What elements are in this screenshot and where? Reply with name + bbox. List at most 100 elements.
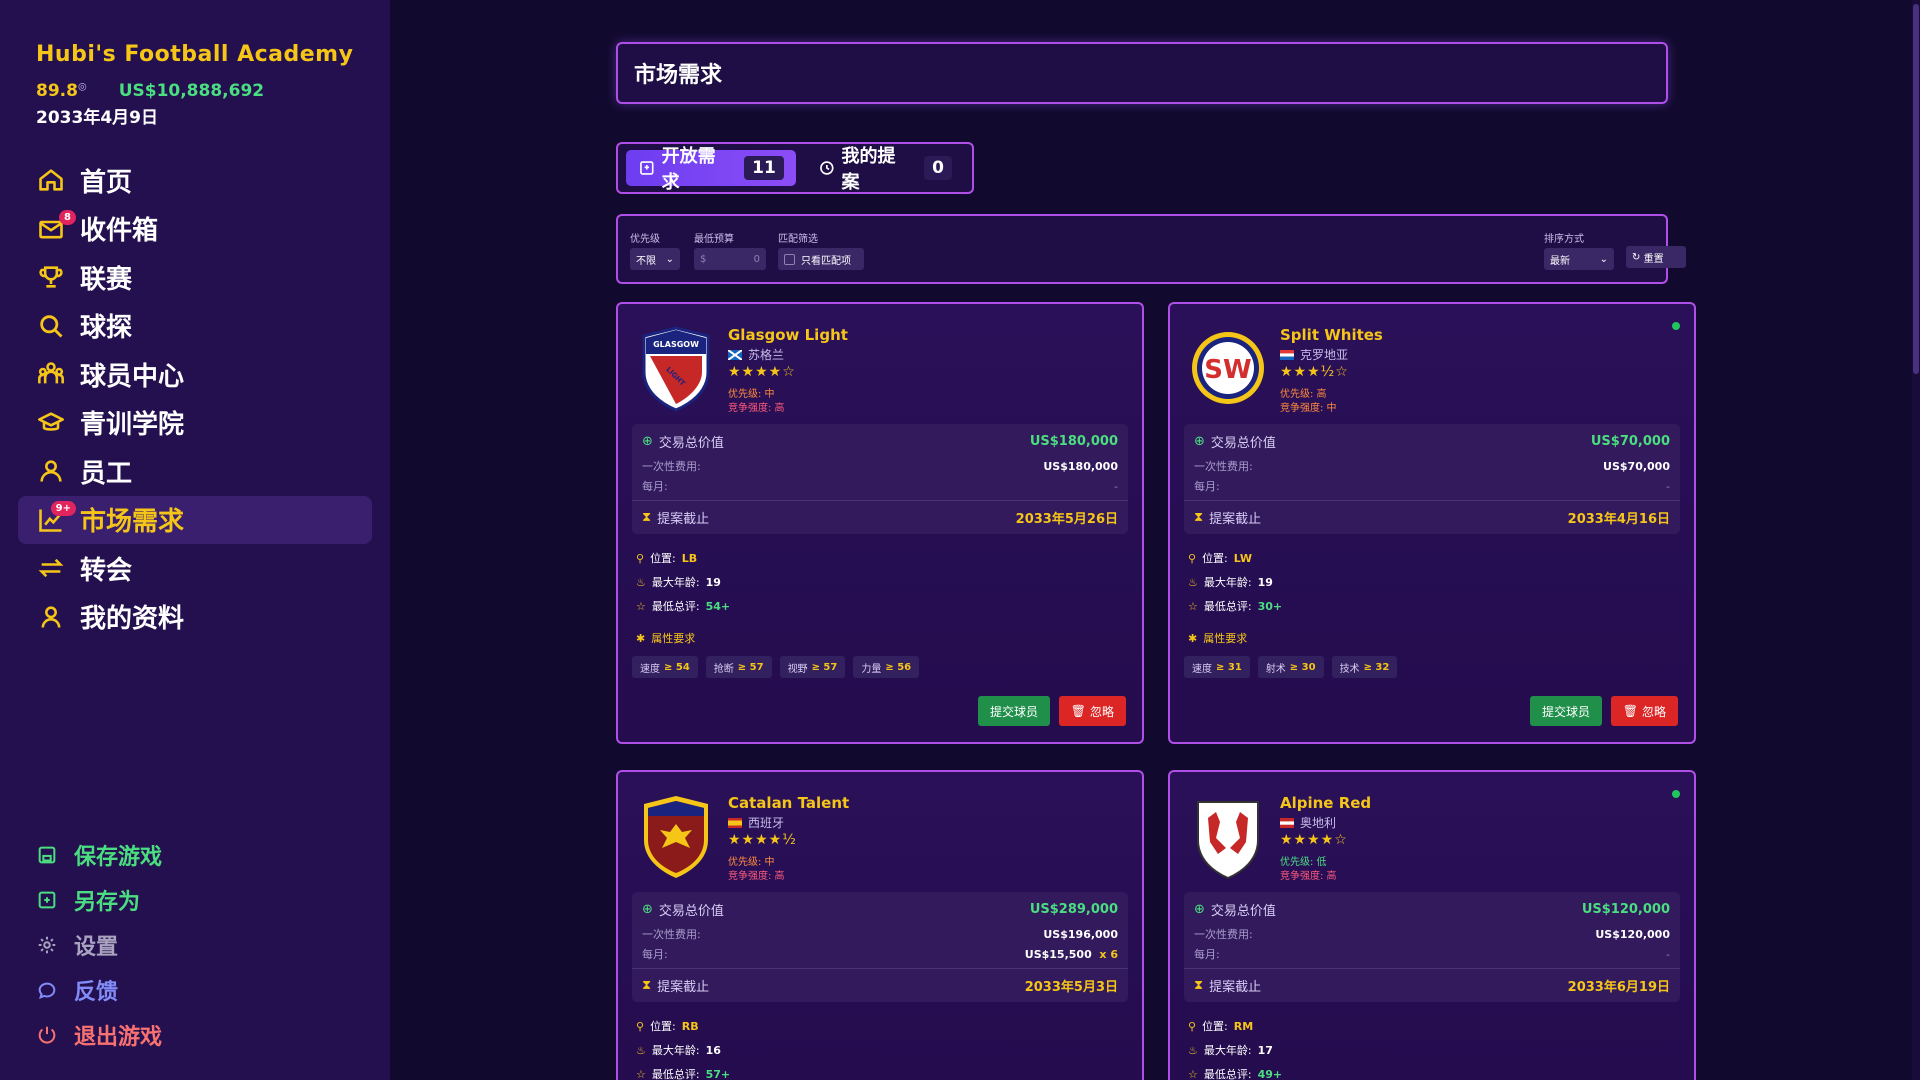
- club-crest: [1197, 801, 1259, 880]
- page-title: 市场需求: [634, 63, 723, 88]
- club-balance: US$10,888,692: [118, 81, 265, 101]
- save-as-button[interactable]: 另存为: [36, 877, 162, 922]
- sort-select[interactable]: 最新 ⌄: [1544, 248, 1614, 270]
- flag-spain-icon: [728, 817, 742, 828]
- demand-tabs: 开放需求 11 我的提案 0: [616, 142, 974, 194]
- attr-chip: 技术 ≥ 32: [1331, 656, 1398, 678]
- priority-label: 优先级: 中: [728, 857, 775, 868]
- attr-chip: 力量 ≥ 56: [853, 656, 920, 678]
- scrollbar-thumb[interactable]: [1913, 4, 1919, 374]
- attr-chip: 速度 ≥ 54: [632, 656, 698, 678]
- flag-croatia-icon: [1280, 349, 1294, 360]
- submit-player-button[interactable]: 提交球员: [1529, 696, 1602, 726]
- save-icon: [38, 846, 56, 863]
- chevron-down-icon: ⌄: [1599, 253, 1608, 265]
- nav-transfer[interactable]: 转会: [18, 544, 372, 592]
- attr-chip: 视野 ≥ 57: [779, 656, 846, 678]
- academy-name: Hubi's Football Academy: [36, 42, 354, 67]
- deal-summary: ⊕ 交易总价值 US$120,000 一次性费用: US$120,000 每月: - ⧗…: [1184, 892, 1680, 1002]
- match-only-checkbox[interactable]: 只看匹配项: [778, 248, 864, 270]
- svg-text:GLASGOW: GLASGOW: [653, 340, 699, 349]
- club-name[interactable]: Catalan Talent: [728, 794, 849, 812]
- club-crest: GLASGOW LIGHT: [642, 326, 710, 412]
- transfer-icon: [36, 553, 66, 583]
- attributes-icon: ✱: [1188, 631, 1198, 645]
- star-icon: ☆: [1188, 1067, 1198, 1080]
- brand-block: Hubi's Football Academy 89.8◎ US$10,888,…: [36, 42, 353, 128]
- demand-card: GLASGOW LIGHT Glasgow Light 苏格兰 ★★★★☆ 优先…: [616, 302, 1144, 744]
- home-icon: [36, 165, 66, 195]
- submit-player-button[interactable]: 提交球员: [977, 696, 1050, 726]
- competition-label: 竞争强度: 高: [1280, 871, 1337, 882]
- cake-icon: ♨: [636, 575, 646, 589]
- hourglass-icon: ⧗: [1194, 510, 1204, 525]
- nav-league[interactable]: 联赛: [18, 253, 372, 301]
- club-crest: [644, 796, 708, 878]
- club-name[interactable]: Split Whites: [1280, 326, 1383, 344]
- deal-summary: ⊕ 交易总价值 US$70,000 一次性费用: US$70,000 每月: - ⧗ 提案…: [1184, 424, 1680, 534]
- min-budget-input[interactable]: $0: [694, 248, 766, 270]
- priority-label: 优先级: 低: [1280, 857, 1327, 868]
- flag-austria-icon: [1280, 817, 1294, 828]
- quit-game-button[interactable]: 退出游戏: [36, 1012, 162, 1057]
- nav-scout[interactable]: 球探: [18, 302, 372, 350]
- nav-youth-academy[interactable]: 青训学院: [18, 399, 372, 447]
- market-badge: 9+: [50, 500, 76, 516]
- page-header: 市场需求: [616, 42, 1668, 104]
- my-proposals-count: 0: [924, 156, 952, 180]
- deal-summary: ⊕ 交易总价值 US$289,000 一次性费用: US$196,000 每月: US$…: [632, 892, 1128, 1002]
- system-menu: 保存游戏 另存为 设置 反馈 退出游戏: [36, 832, 162, 1057]
- clock-icon: [819, 161, 834, 175]
- tab-my-proposals[interactable]: 我的提案 0: [806, 146, 964, 193]
- cake-icon: ♨: [1188, 1043, 1198, 1057]
- trash-icon: 🗑: [1070, 704, 1086, 718]
- club-name[interactable]: Glasgow Light: [728, 326, 848, 344]
- demand-card: Catalan Talent 西班牙 ★★★★½ 优先级: 中 竞争强度: 高 …: [616, 770, 1144, 1080]
- main-nav: 首页 8 收件箱 联赛 球探 球员中心 青训学院 员工 9+ 市场需求 转会 我…: [18, 156, 372, 641]
- save-game-button[interactable]: 保存游戏: [36, 832, 162, 877]
- club-star-rating: ★★★★☆: [1280, 832, 1348, 848]
- attributes-icon: ✱: [636, 631, 646, 645]
- location-icon: ⚲: [1188, 1019, 1197, 1033]
- club-crest: SW: [1192, 332, 1264, 404]
- flag-scotland-icon: [728, 349, 742, 360]
- competition-label: 竞争强度: 中: [1280, 403, 1337, 414]
- nav-home[interactable]: 首页: [18, 156, 372, 204]
- settings-button[interactable]: 设置: [36, 922, 162, 967]
- open-demands-count: 11: [744, 156, 784, 180]
- priority-select[interactable]: 不限 ⌄: [630, 248, 680, 270]
- hourglass-icon: ⧗: [642, 510, 652, 525]
- nav-inbox[interactable]: 8 收件箱: [18, 205, 372, 253]
- page-scrollbar[interactable]: [1912, 0, 1920, 1080]
- save-as-icon: [38, 891, 56, 908]
- attr-chip: 抢断 ≥ 57: [705, 656, 772, 678]
- profile-icon: [36, 602, 66, 632]
- location-icon: ⚲: [1188, 551, 1197, 565]
- demand-card: Alpine Red 奥地利 ★★★★☆ 优先级: 低 竞争强度: 高 ⊕ 交易总…: [1168, 770, 1696, 1080]
- attr-chip: 速度 ≥ 31: [1184, 656, 1250, 678]
- nav-market-demand[interactable]: 9+ 市场需求: [18, 495, 372, 544]
- nav-staff[interactable]: 员工: [18, 447, 372, 495]
- club-star-rating: ★★★½☆: [1280, 364, 1349, 380]
- players-icon: [36, 359, 66, 389]
- dollar-icon: ⊕: [1194, 902, 1205, 917]
- competition-label: 竞争强度: 高: [728, 403, 785, 414]
- club-star-rating: ★★★★½: [728, 832, 797, 848]
- competition-label: 竞争强度: 高: [728, 871, 785, 882]
- game-date: 2033年4月9日: [36, 108, 158, 128]
- inbox-icon: [640, 161, 654, 175]
- ignore-button[interactable]: 🗑 忽略: [1058, 696, 1126, 726]
- chart-icon: 9+: [36, 500, 76, 535]
- tab-open-demands[interactable]: 开放需求 11: [626, 146, 796, 193]
- deal-summary: ⊕ 交易总价值 US$180,000 一次性费用: US$180,000 每月: - ⧗…: [632, 424, 1128, 534]
- ignore-button[interactable]: 🗑 忽略: [1610, 696, 1678, 726]
- reputation-rating: 89.8◎: [36, 81, 87, 101]
- location-icon: ⚲: [636, 1019, 645, 1033]
- club-name[interactable]: Alpine Red: [1280, 794, 1371, 812]
- nav-players[interactable]: 球员中心: [18, 350, 372, 398]
- feedback-button[interactable]: 反馈: [36, 967, 162, 1012]
- power-icon: [38, 1026, 56, 1043]
- reset-button[interactable]: ↻ 重置: [1626, 246, 1686, 268]
- attr-chip: 射术 ≥ 30: [1257, 656, 1324, 678]
- nav-profile[interactable]: 我的资料: [18, 593, 372, 641]
